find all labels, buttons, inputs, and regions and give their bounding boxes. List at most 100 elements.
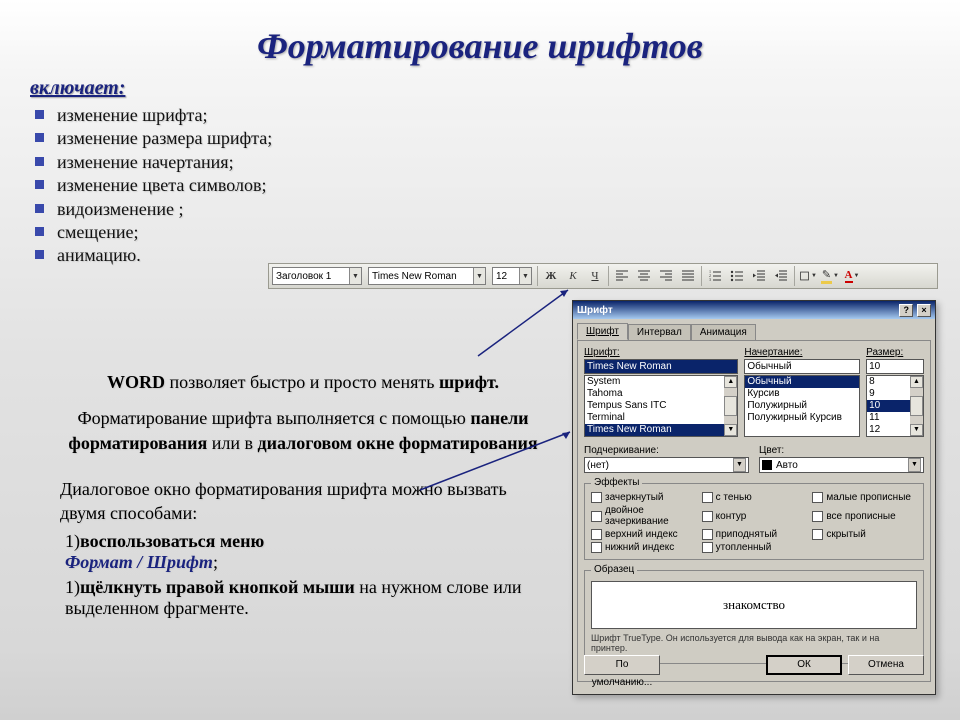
list-item[interactable]: Полужирный Курсив	[745, 412, 859, 424]
step-1: 1)воспользоваться меню	[65, 531, 556, 552]
tab-interval[interactable]: Интервал	[628, 324, 691, 341]
checkbox-shadow[interactable]: с тенью	[702, 492, 807, 503]
align-center-button[interactable]	[634, 266, 654, 286]
font-dialog: Шрифт ? × Шрифт Интервал Анимация Шрифт:…	[572, 300, 936, 695]
chevron-down-icon: ▼	[733, 458, 746, 472]
svg-text:3: 3	[709, 277, 711, 282]
color-dropdown[interactable]: Авто▼	[759, 457, 924, 473]
dialog-tabs: Шрифт Интервал Анимация	[573, 319, 935, 340]
label-color: Цвет:	[759, 445, 924, 456]
underline-dropdown[interactable]: (нет)▼	[584, 457, 749, 473]
font-dropdown[interactable]: Times New Roman ▼	[368, 267, 486, 285]
checkbox-smallcaps[interactable]: малые прописные	[812, 492, 917, 503]
font-hint: Шрифт TrueType. Он используется для выво…	[591, 633, 917, 653]
style-dropdown[interactable]: Заголовок 1 ▼	[272, 267, 362, 285]
bullet-item: изменение шрифта;	[35, 104, 960, 127]
default-button[interactable]: По умолчанию...	[584, 655, 660, 675]
chevron-down-icon: ▼	[473, 268, 485, 284]
checkbox-allcaps[interactable]: все прописные	[812, 505, 917, 527]
dialog-titlebar: Шрифт ? ×	[573, 301, 935, 319]
list-item[interactable]: Tahoma	[585, 388, 737, 400]
frame-legend: Эффекты	[591, 477, 642, 488]
ok-button[interactable]: ОК	[766, 655, 842, 675]
paragraph-word: WORD позволяет быстро и просто менять шр…	[60, 370, 546, 394]
size-listbox[interactable]: 8 9 10 11 12 ▲▼	[866, 375, 924, 437]
cancel-button[interactable]: Отмена	[848, 655, 924, 675]
list-item[interactable]: Обычный	[745, 376, 859, 388]
step-2: 1)щёлкнуть правой кнопкой мыши на нужном…	[65, 577, 556, 619]
effects-frame: Эффекты зачеркнутый с тенью малые пропис…	[584, 483, 924, 560]
bullet-item: изменение начертания;	[35, 151, 960, 174]
italic-button[interactable]: К	[563, 266, 583, 286]
preview-frame: Образец знакомство Шрифт TrueType. Он ис…	[584, 570, 924, 664]
style-listbox[interactable]: Обычный Курсив Полужирный Полужирный Кур…	[744, 375, 860, 437]
list-item[interactable]: System	[585, 376, 737, 388]
checkbox-strikethrough[interactable]: зачеркнутый	[591, 492, 696, 503]
bullet-item: смещение;	[35, 221, 960, 244]
bullet-list: изменение шрифта; изменение размера шриф…	[35, 104, 960, 268]
bold-button[interactable]: Ж	[541, 266, 561, 286]
chevron-down-icon: ▼	[908, 458, 921, 472]
style-input[interactable]: Обычный	[744, 359, 860, 374]
subtitle: включает:	[30, 77, 960, 100]
align-justify-button[interactable]	[678, 266, 698, 286]
size-value: 12	[496, 271, 507, 282]
label-font: Шрифт:	[584, 347, 738, 358]
arrow-dialog	[420, 430, 580, 500]
checkbox-hidden[interactable]: скрытый	[812, 529, 917, 540]
tab-animation[interactable]: Анимация	[691, 324, 756, 341]
numbered-list-button[interactable]: 123	[705, 266, 725, 286]
bulleted-list-button[interactable]	[727, 266, 747, 286]
slide-title: Форматирование шрифтов	[0, 0, 960, 67]
bullet-item: изменение цвета символов;	[35, 174, 960, 197]
underline-button[interactable]: Ч	[585, 266, 605, 286]
checkbox-outline[interactable]: контур	[702, 505, 807, 527]
font-listbox[interactable]: System Tahoma Tempus Sans ITC Terminal T…	[584, 375, 738, 437]
chevron-down-icon: ▼	[349, 268, 361, 284]
label-size: Размер:	[866, 347, 924, 358]
checkbox-subscript[interactable]: нижний индекс	[591, 542, 696, 553]
list-item[interactable]: Times New Roman	[585, 424, 737, 436]
chevron-down-icon: ▼	[519, 268, 531, 284]
borders-button[interactable]: ▼	[798, 266, 818, 286]
list-item[interactable]: Полужирный	[745, 400, 859, 412]
font-color-button[interactable]: A▼	[842, 266, 862, 286]
menu-path: Формат / Шрифт;	[65, 552, 556, 573]
separator	[537, 266, 538, 286]
style-value: Заголовок 1	[276, 271, 331, 282]
increase-indent-button[interactable]	[771, 266, 791, 286]
checkbox-superscript[interactable]: верхний индекс	[591, 529, 696, 540]
formatting-toolbar: Заголовок 1▼ Times New Roman▼ 12▼ Ж К Ч …	[268, 263, 938, 289]
frame-legend: Образец	[591, 564, 637, 575]
scrollbar[interactable]: ▲▼	[910, 376, 923, 436]
align-right-button[interactable]	[656, 266, 676, 286]
checkbox-emboss[interactable]: приподнятый	[702, 529, 807, 540]
close-button[interactable]: ×	[917, 304, 931, 317]
label-underline: Подчеркивание:	[584, 445, 749, 456]
scrollbar[interactable]: ▲▼	[724, 376, 737, 436]
highlight-icon: ✎	[821, 268, 832, 284]
list-item[interactable]: Tempus Sans ITC	[585, 400, 737, 412]
align-left-button[interactable]	[612, 266, 632, 286]
font-input[interactable]: Times New Roman	[584, 359, 738, 374]
checkbox-engrave[interactable]: утопленный	[702, 542, 807, 553]
bullet-item: изменение размера шрифта;	[35, 127, 960, 150]
separator	[701, 266, 702, 286]
font-color-icon: A	[845, 269, 853, 283]
tab-panel: Шрифт: Times New Roman System Tahoma Tem…	[577, 340, 931, 682]
separator	[608, 266, 609, 286]
highlight-button[interactable]: ✎▼	[820, 266, 840, 286]
tab-font[interactable]: Шрифт	[577, 323, 628, 340]
bullet-item: видоизменение ;	[35, 198, 960, 221]
list-item[interactable]: Terminal	[585, 412, 737, 424]
preview-text: знакомство	[591, 581, 917, 629]
list-item[interactable]: Курсив	[745, 388, 859, 400]
decrease-indent-button[interactable]	[749, 266, 769, 286]
checkbox-double-strike[interactable]: двойное зачеркивание	[591, 505, 696, 527]
size-dropdown[interactable]: 12 ▼	[492, 267, 532, 285]
label-style: Начертание:	[744, 347, 860, 358]
size-input[interactable]: 10	[866, 359, 924, 374]
separator	[794, 266, 795, 286]
font-value: Times New Roman	[372, 271, 457, 282]
help-button[interactable]: ?	[899, 304, 913, 317]
